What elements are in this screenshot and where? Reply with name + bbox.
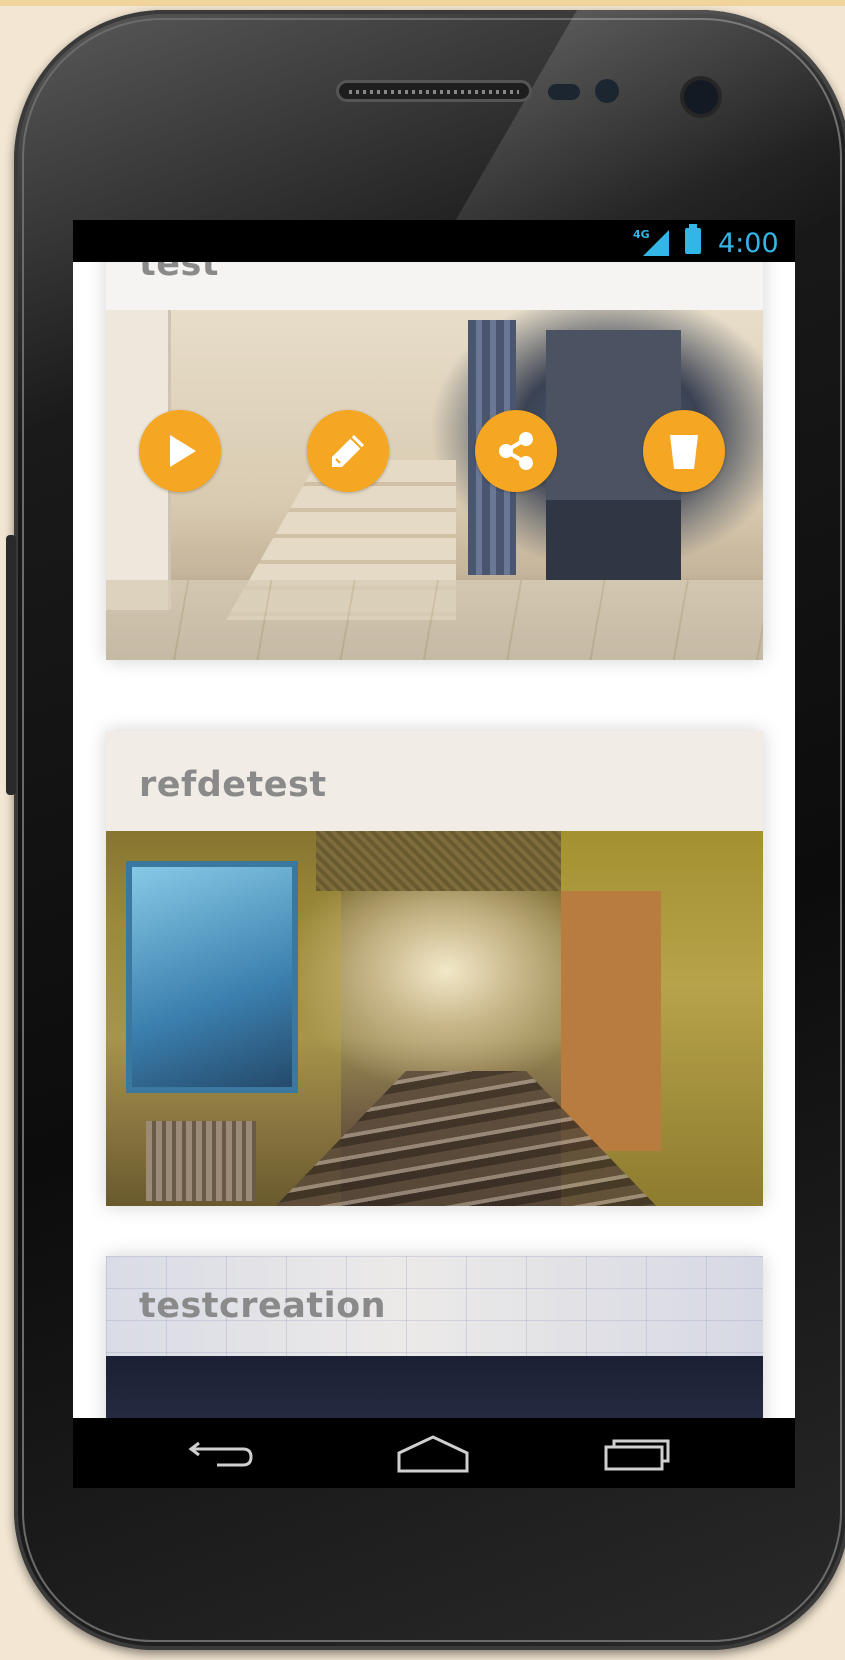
tour-title-bar: test bbox=[106, 262, 763, 310]
back-button[interactable] bbox=[183, 1430, 263, 1476]
ruin-window bbox=[126, 861, 298, 1093]
recent-apps-icon bbox=[604, 1439, 670, 1471]
tour-title-bar: refdetest bbox=[106, 731, 763, 831]
tour-title-bar: testcreation bbox=[106, 1256, 763, 1356]
front-camera bbox=[684, 80, 718, 114]
battery-icon bbox=[685, 224, 701, 254]
play-icon bbox=[170, 435, 196, 467]
ruin-radiator bbox=[146, 1121, 256, 1201]
tour-title: test bbox=[139, 262, 220, 284]
pano-floor bbox=[106, 580, 763, 660]
recent-apps-button[interactable] bbox=[598, 1430, 678, 1476]
light-sensor bbox=[595, 79, 619, 103]
tour-thumbnail[interactable] bbox=[106, 310, 763, 660]
share-button[interactable] bbox=[475, 410, 557, 492]
tour-card[interactable]: refdetest bbox=[106, 731, 763, 1206]
trash-icon bbox=[670, 435, 698, 469]
status-time: 4:00 bbox=[718, 228, 779, 259]
back-icon bbox=[188, 1441, 253, 1467]
status-bar: 4G 4:00 bbox=[73, 220, 795, 262]
tour-title: refdetest bbox=[139, 765, 327, 805]
tour-title: testcreation bbox=[139, 1286, 387, 1326]
home-button[interactable] bbox=[393, 1430, 473, 1476]
phone-screen: 4G 4:00 test refdetest testcreation bbox=[73, 220, 795, 1418]
proximity-sensor bbox=[548, 84, 580, 100]
ruin-lockers bbox=[561, 891, 661, 1151]
tour-thumbnail[interactable] bbox=[106, 1356, 763, 1418]
signal-icon bbox=[643, 230, 669, 256]
share-icon bbox=[499, 432, 533, 470]
pencil-icon bbox=[332, 435, 364, 467]
top-strip bbox=[0, 0, 845, 6]
play-button[interactable] bbox=[139, 410, 221, 492]
volume-key bbox=[6, 535, 16, 795]
tour-thumbnail[interactable] bbox=[106, 831, 763, 1206]
edit-button[interactable] bbox=[307, 410, 389, 492]
tour-card[interactable]: testcreation bbox=[106, 1256, 763, 1418]
delete-button[interactable] bbox=[643, 410, 725, 492]
navigation-bar bbox=[73, 1418, 795, 1488]
home-icon bbox=[397, 1435, 469, 1473]
tour-card[interactable]: test bbox=[106, 262, 763, 660]
pano-bathroom-floor bbox=[546, 500, 681, 580]
tour-list: test refdetest testcreation bbox=[73, 262, 795, 1418]
earpiece-speaker bbox=[336, 80, 532, 102]
